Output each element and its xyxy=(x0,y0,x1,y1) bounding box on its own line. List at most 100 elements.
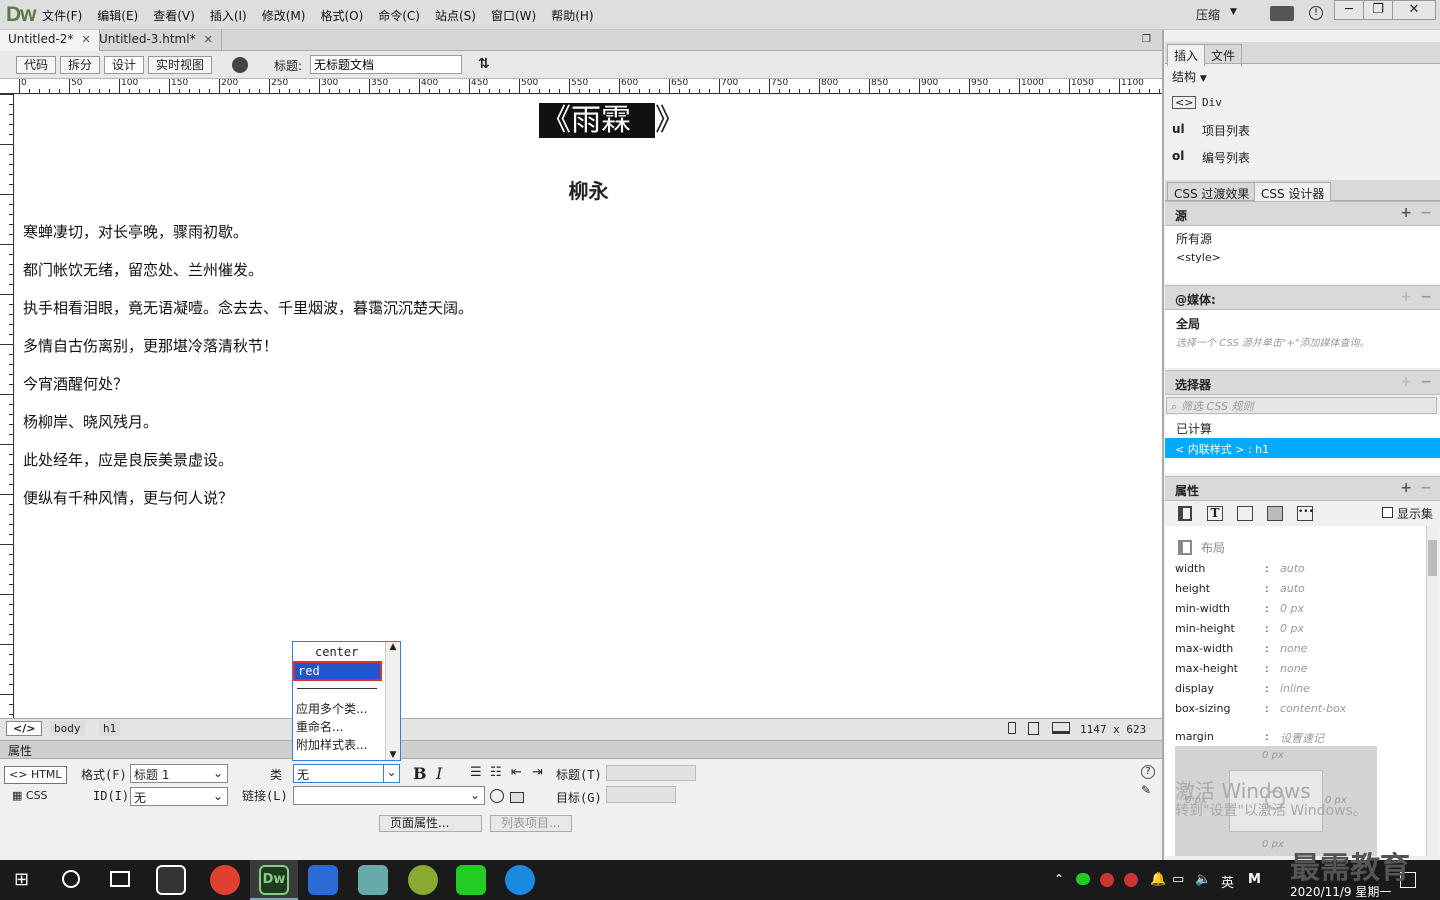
poem-line[interactable]: 执手相看泪眼，竟无语凝噎。念去去、千里烟波，暮霭沉沉楚天阔。 xyxy=(23,297,473,318)
id-select[interactable]: 无 ⌄ xyxy=(130,787,228,806)
chrome-icon[interactable] xyxy=(210,865,240,895)
ime-mode-icon[interactable]: M xyxy=(1248,872,1261,887)
prop-value[interactable]: auto xyxy=(1280,582,1305,595)
remove-icon[interactable]: − xyxy=(1420,374,1432,390)
code-icon[interactable]: </> xyxy=(6,721,43,736)
search-icon[interactable] xyxy=(62,870,80,888)
minimize-button[interactable]: ─ xyxy=(1334,0,1364,20)
network-icon[interactable]: ▭ xyxy=(1172,872,1184,887)
qq-icon[interactable] xyxy=(1124,873,1138,887)
menu-edit[interactable]: 编辑(E) xyxy=(97,7,138,24)
prop-value[interactable]: auto xyxy=(1280,562,1305,575)
edit-icon[interactable]: ✎ xyxy=(1141,783,1151,797)
notification-bell-icon[interactable]: 🔔 xyxy=(1150,872,1166,887)
remove-icon[interactable]: − xyxy=(1420,205,1432,221)
text-category-icon[interactable]: T xyxy=(1207,506,1223,521)
ie-icon[interactable] xyxy=(505,865,535,895)
close-icon[interactable]: ✕ xyxy=(81,33,90,46)
class-option-center[interactable]: center xyxy=(315,645,358,659)
desktop-size-icon[interactable] xyxy=(1052,722,1070,734)
point-to-file-icon[interactable] xyxy=(490,789,504,803)
menu-site[interactable]: 站点(S) xyxy=(435,7,476,24)
info-icon[interactable]: ! xyxy=(1309,6,1323,20)
window-size[interactable]: 1147 x 623 xyxy=(1080,723,1146,736)
poem-line[interactable]: 今宵酒醒何处？ xyxy=(23,373,128,394)
poem-line[interactable]: 多情自古伤离别，更那堪冷落清秋节！ xyxy=(23,335,278,356)
scroll-thumb[interactable] xyxy=(1428,540,1437,576)
ordered-list-icon[interactable]: ☷ xyxy=(490,765,502,780)
workspace-switcher[interactable]: 压缩 xyxy=(1196,6,1220,23)
source-style[interactable]: <style> xyxy=(1176,251,1221,264)
design-view-button[interactable]: 设计 xyxy=(104,56,145,74)
author-heading[interactable]: 柳永 xyxy=(0,175,1162,204)
insert-ul[interactable]: 项目列表 xyxy=(1202,122,1250,139)
heading-close-bracket[interactable]: 》 xyxy=(655,103,685,138)
restore-button[interactable]: ❐ xyxy=(1363,0,1393,20)
help-icon[interactable]: ? xyxy=(1141,765,1155,779)
menu-window[interactable]: 窗口(W) xyxy=(491,7,536,24)
app-icon[interactable] xyxy=(156,865,186,895)
unordered-list-icon[interactable]: ☰ xyxy=(470,765,482,780)
volume-icon[interactable]: 🔈 xyxy=(1195,872,1211,887)
remove-icon[interactable]: − xyxy=(1420,480,1432,496)
remove-icon[interactable]: − xyxy=(1420,289,1432,305)
margin-bottom[interactable]: 0 px xyxy=(1262,839,1284,850)
close-button[interactable]: ✕ xyxy=(1392,0,1436,20)
outdent-icon[interactable]: ⇤ xyxy=(511,765,522,780)
word-icon[interactable] xyxy=(308,865,338,895)
file-transfer-icon[interactable]: ⇅ xyxy=(478,56,490,72)
media-global[interactable]: 全局 xyxy=(1176,315,1200,332)
chevron-down-icon[interactable]: ▼ xyxy=(1230,7,1237,17)
insert-div[interactable]: Div xyxy=(1202,96,1222,109)
background-category-icon[interactable] xyxy=(1267,506,1283,521)
bold-icon[interactable]: B xyxy=(413,764,427,783)
prop-value[interactable]: 0 px xyxy=(1280,602,1304,615)
class-select[interactable]: 无 ⌄ xyxy=(293,764,400,783)
list-item-button[interactable]: 列表项目... xyxy=(490,815,572,832)
add-icon[interactable]: + xyxy=(1400,289,1412,305)
split-view-button[interactable]: 拆分 xyxy=(60,56,101,74)
tablet-size-icon[interactable] xyxy=(1028,722,1039,735)
prop-value[interactable]: none xyxy=(1280,642,1307,655)
layout-category-icon[interactable] xyxy=(1178,506,1192,521)
tab-files[interactable]: 文件 xyxy=(1204,44,1243,66)
qq-icon[interactable] xyxy=(1100,873,1114,887)
prop-value[interactable]: 设置速记 xyxy=(1280,730,1324,746)
properties-scrollbar[interactable] xyxy=(1426,526,1438,856)
menu-insert[interactable]: 插入(I) xyxy=(210,7,247,24)
html-mode-button[interactable]: <> HTML xyxy=(4,766,67,784)
prop-value[interactable]: content-box xyxy=(1280,702,1346,715)
restore-doc-icon[interactable]: ❐ xyxy=(1142,34,1151,45)
more-category-icon[interactable]: ••• xyxy=(1297,506,1314,521)
tag-h1[interactable]: h1 xyxy=(99,721,121,736)
folder-icon[interactable] xyxy=(510,792,524,803)
close-icon[interactable]: ✕ xyxy=(204,33,213,46)
poem-line[interactable]: 杨柳岸、晓风残月。 xyxy=(23,411,158,432)
attach-stylesheet[interactable]: 附加样式表... xyxy=(296,736,367,753)
format-select[interactable]: 标题 1 ⌄ xyxy=(130,764,228,783)
poem-line[interactable]: 便纵有千种风情，更与何人说？ xyxy=(23,487,233,508)
prop-value[interactable]: 0 px xyxy=(1280,622,1304,635)
dreamweaver-icon[interactable]: Dw xyxy=(259,865,289,895)
poem-line[interactable]: 寒蝉凄切，对长亭晚，骤雨初歇。 xyxy=(23,221,248,242)
wechat-icon[interactable] xyxy=(456,865,486,895)
italic-icon[interactable]: I xyxy=(436,764,442,783)
rename-class[interactable]: 重命名... xyxy=(296,718,343,735)
computed-selector[interactable]: 已计算 xyxy=(1176,420,1212,437)
heading-selected[interactable]: 《雨霖铃 xyxy=(539,103,655,173)
page-properties-button[interactable]: 页面属性... xyxy=(379,815,482,832)
menu-file[interactable]: 文件(F) xyxy=(42,7,82,24)
tag-body[interactable]: body xyxy=(50,721,85,736)
task-view-icon[interactable] xyxy=(110,871,130,887)
app-icon[interactable] xyxy=(408,865,438,895)
dropdown-scrollbar[interactable]: ▲ ▼ xyxy=(385,642,400,760)
class-option-red[interactable]: red xyxy=(293,661,382,681)
globe-icon[interactable] xyxy=(232,57,248,73)
windows-start-icon[interactable]: ⊞ xyxy=(14,870,34,890)
app-icon[interactable] xyxy=(358,865,388,895)
extensions-icon[interactable] xyxy=(1270,6,1294,21)
show-set-checkbox[interactable] xyxy=(1382,507,1393,518)
poem-line[interactable]: 此处经年，应是良辰美景虚设。 xyxy=(23,449,233,470)
tab-untitled-3[interactable]: Untitled-3.html* ✕ xyxy=(91,30,222,51)
menu-commands[interactable]: 命令(C) xyxy=(378,7,420,24)
